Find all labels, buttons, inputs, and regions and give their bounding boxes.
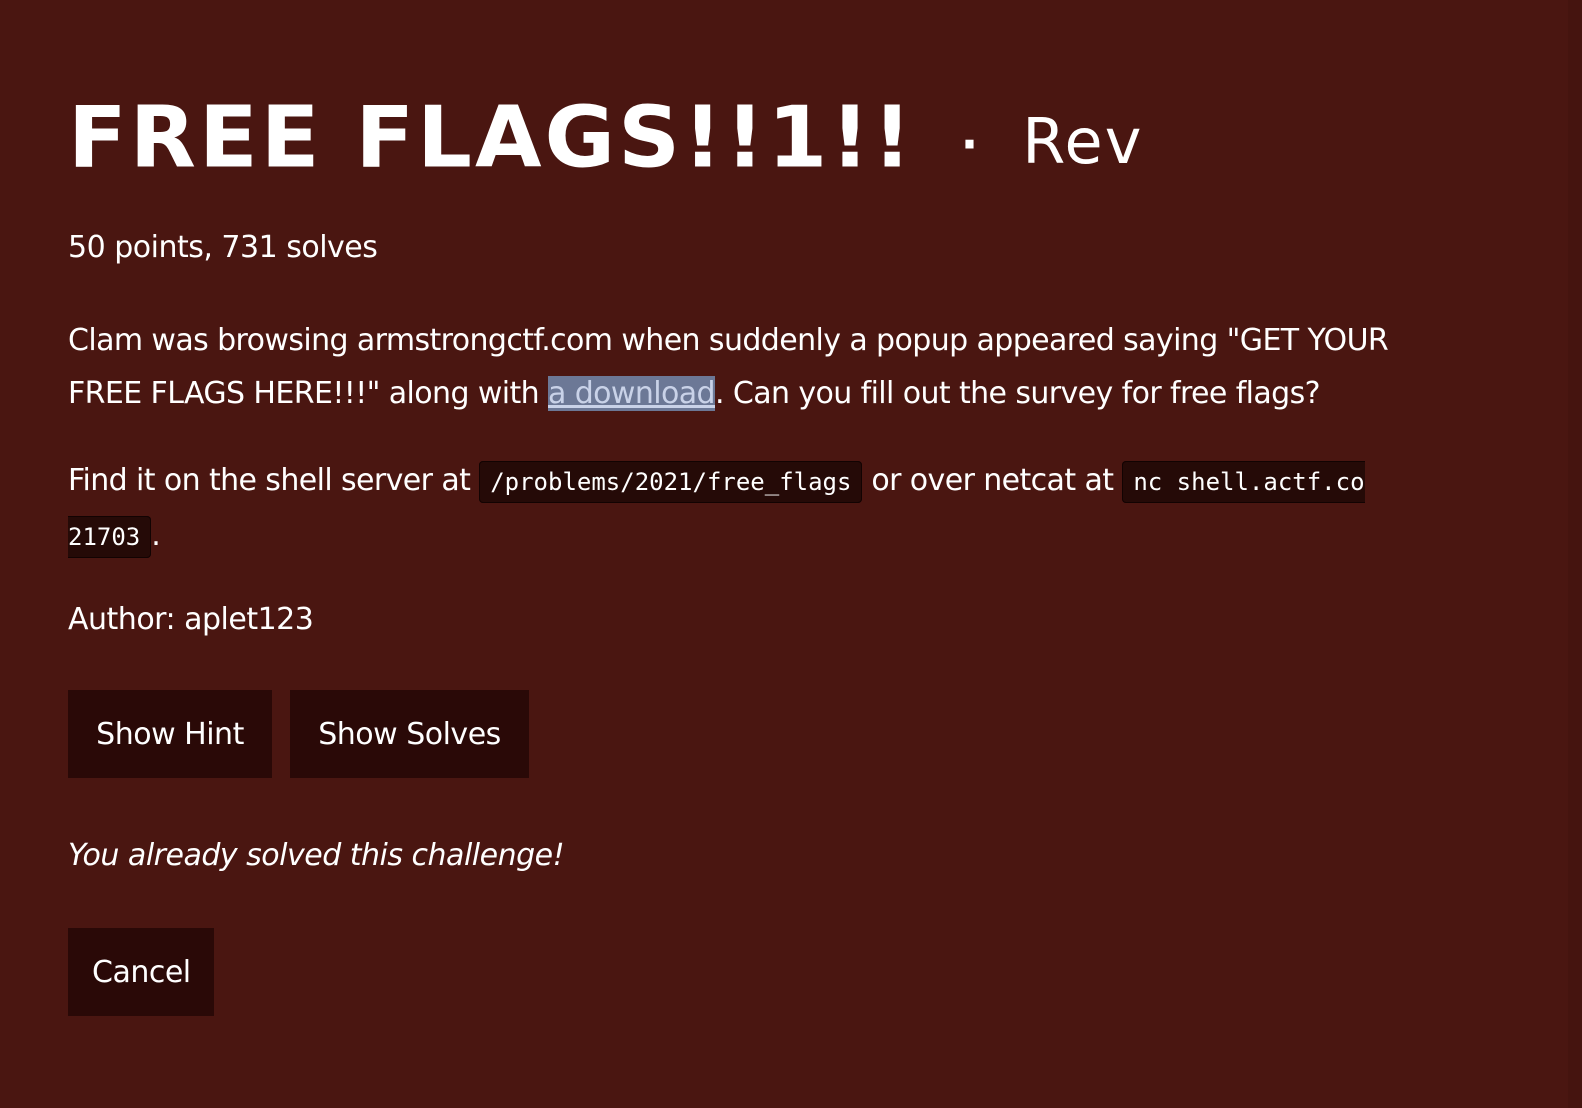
download-link[interactable]: a download: [548, 376, 716, 411]
shell-middle: or over netcat at: [862, 463, 1123, 498]
challenge-category: Rev: [1022, 105, 1144, 178]
challenge-title: FREE FLAGS!!1!!: [68, 89, 915, 187]
challenge-page: FREE FLAGS!!1!! · Rev 50 points, 731 sol…: [0, 0, 1582, 1108]
scrollbar[interactable]: [1568, 0, 1582, 1108]
challenge-content: FREE FLAGS!!1!! · Rev 50 points, 731 sol…: [68, 84, 1468, 1016]
challenge-description: Clam was browsing armstrongctf.com when …: [68, 314, 1468, 420]
shell-suffix: .: [151, 518, 161, 553]
challenge-author: Author: aplet123: [68, 602, 314, 637]
title-separator: ·: [960, 117, 979, 171]
description-text-after: . Can you fill out the survey for free f…: [715, 376, 1321, 411]
show-hint-button[interactable]: Show Hint: [68, 690, 272, 778]
challenge-meta: 50 points, 731 solves: [68, 230, 378, 265]
shell-path-code: /problems/2021/free_flags: [479, 461, 863, 503]
shell-prefix: Find it on the shell server at: [68, 463, 480, 498]
solved-status-message: You already solved this challenge!: [68, 838, 565, 873]
cancel-button[interactable]: Cancel: [68, 928, 214, 1016]
challenge-header: FREE FLAGS!!1!! · Rev: [68, 84, 1468, 184]
shell-instructions: Find it on the shell server at /problems…: [68, 454, 1468, 564]
show-solves-button[interactable]: Show Solves: [290, 690, 529, 778]
